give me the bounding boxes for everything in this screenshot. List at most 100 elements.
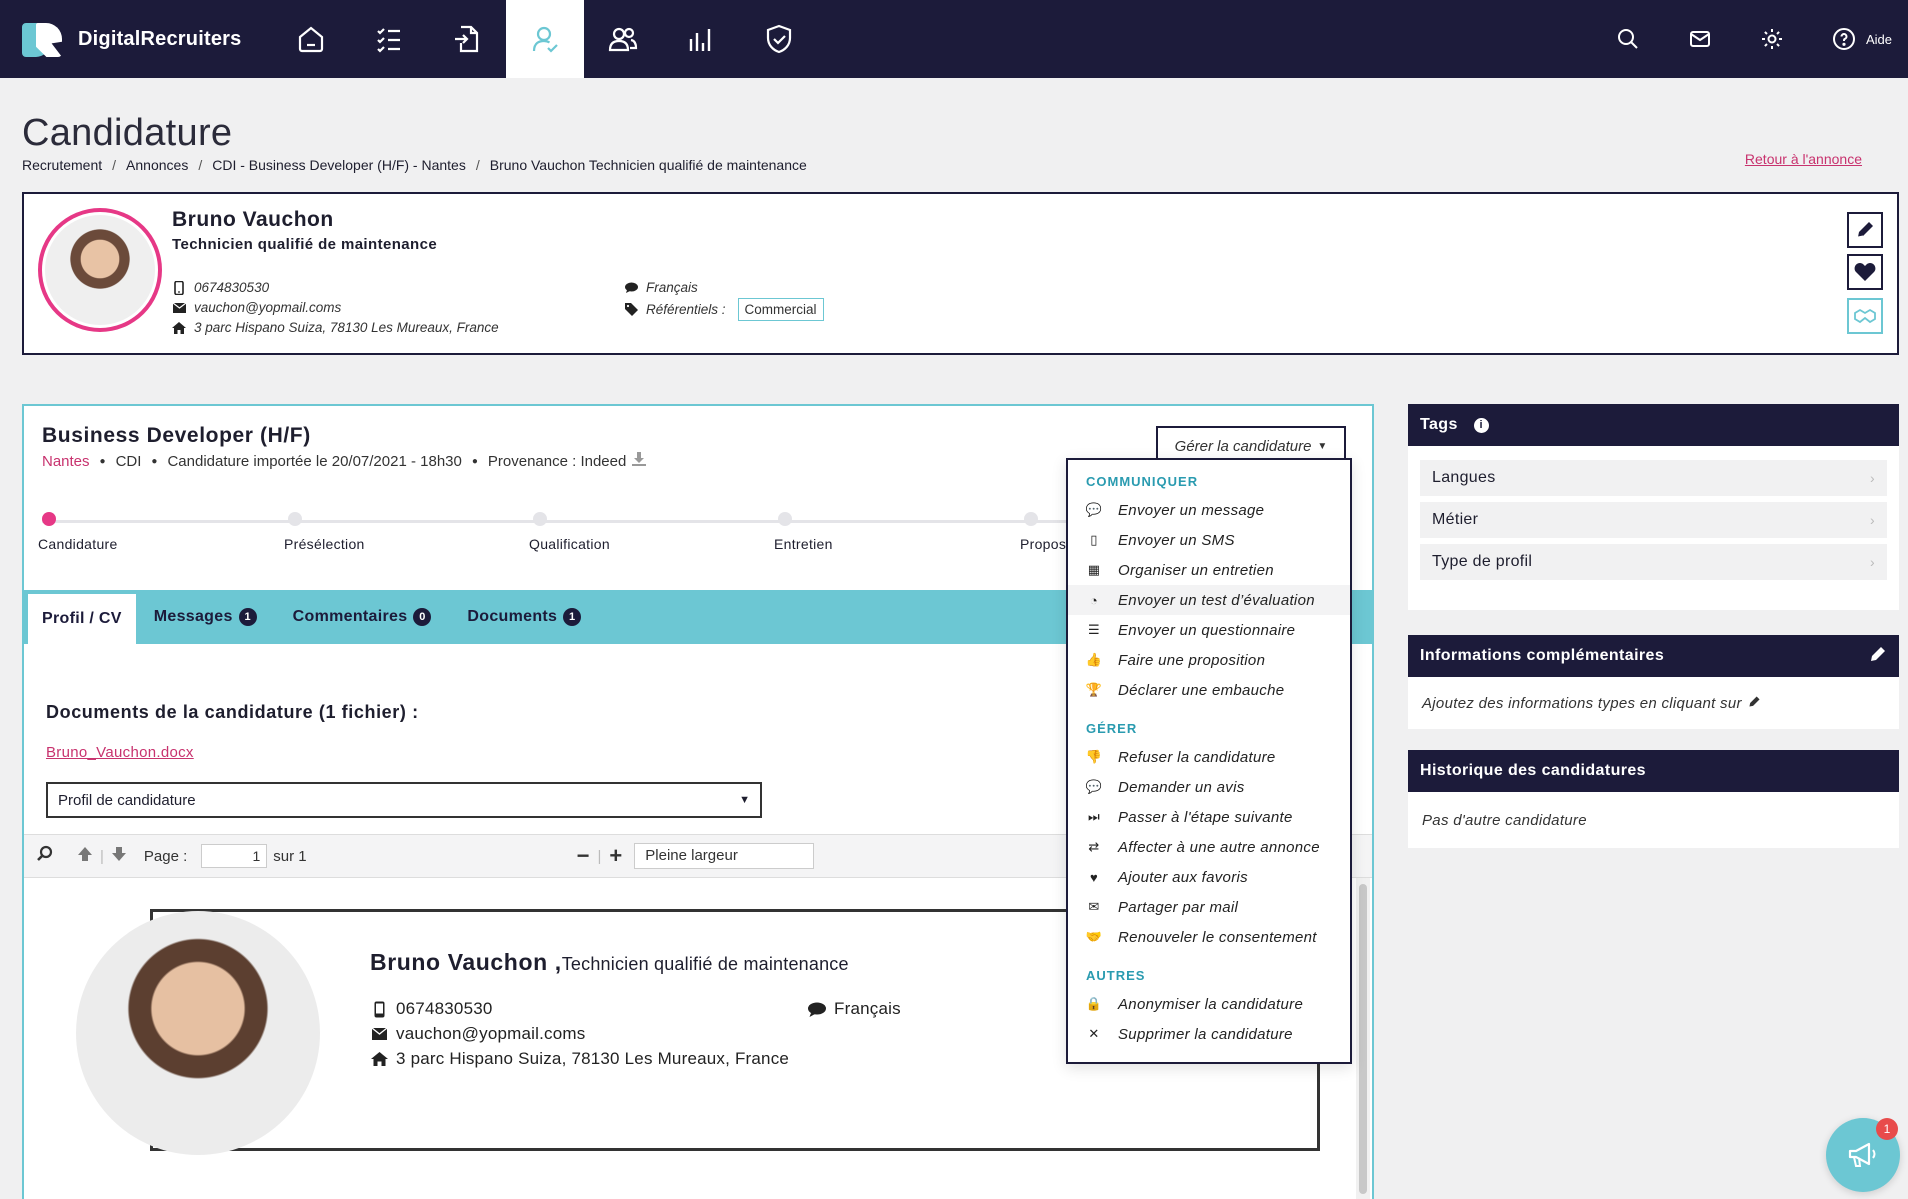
pipeline-step[interactable]: Propos [1020, 512, 1066, 552]
lock-icon: 🔒 [1085, 996, 1103, 1011]
document-file-link[interactable]: Bruno_Vauchon.docx [46, 744, 194, 761]
menu-item-label: Demander un avis [1118, 778, 1245, 796]
menu-item[interactable]: 🤝 Renouveler le consentement [1068, 922, 1350, 952]
users-icon[interactable] [584, 0, 662, 78]
cv-address: 3 parc Hispano Suiza, 78130 Les Mureaux,… [370, 1049, 789, 1069]
page-number-input[interactable]: 1 [201, 844, 268, 868]
comment-icon: 💬 [1085, 502, 1103, 517]
menu-item[interactable]: ⏭ Passer à l'étape suivante [1068, 802, 1350, 832]
megaphone-icon [1848, 1142, 1876, 1167]
help-label: Aide [1865, 31, 1892, 47]
info-icon[interactable]: i [1473, 417, 1489, 433]
menu-item[interactable]: 👍 Faire une proposition [1068, 645, 1350, 675]
menu-item[interactable]: 🏆 Déclarer une embauche [1068, 675, 1350, 705]
menu-item[interactable]: 💬 Demander un avis [1068, 772, 1350, 802]
candidate-language: Français [624, 280, 698, 295]
menu-item-label: Ajouter aux favoris [1118, 868, 1248, 886]
tab-documents[interactable]: Documents 1 [449, 590, 599, 644]
menu-item[interactable]: 💬 Envoyer un message [1068, 495, 1350, 525]
menu-item[interactable]: ▯ Envoyer un SMS [1068, 525, 1350, 555]
document-type-select[interactable]: Profil de candidature ▼ [46, 782, 762, 818]
address-text: 3 parc Hispano Suiza, 78130 Les Mureaux,… [194, 320, 499, 335]
zoom-select[interactable]: Pleine largeur [634, 843, 815, 869]
email-text: vauchon@yopmail.coms [194, 300, 342, 315]
menu-item[interactable]: ✕ Supprimer la candidature [1068, 1019, 1350, 1049]
pipeline-step[interactable]: Qualification [529, 512, 610, 552]
referentials-label: Référentiels : [646, 302, 726, 317]
heart-icon: ♥ [1089, 869, 1099, 885]
menu-item[interactable]: ◔ Envoyer un test d’évaluation [1068, 585, 1350, 615]
zoom-out-icon[interactable]: − [577, 843, 590, 869]
application-title: Business Developer (H/F) [42, 424, 311, 447]
favorite-button[interactable] [1847, 254, 1883, 290]
zoom-in-icon[interactable]: + [609, 843, 622, 869]
search-icon[interactable] [1592, 0, 1664, 78]
pipeline-step[interactable]: Présélection [284, 512, 365, 552]
application-imported: Candidature importée le 20/07/2021 - 18h… [167, 452, 462, 470]
next-page-icon[interactable] [110, 845, 128, 867]
scrollbar-thumb[interactable] [1359, 884, 1367, 1194]
brand[interactable]: DigitalRecruiters [22, 21, 272, 57]
mail-icon[interactable] [1664, 0, 1736, 78]
pipeline-step[interactable]: Entretien [774, 512, 833, 552]
cv-job: Technicien qualifié de maintenance [561, 954, 849, 974]
additional-info-header: Informations complémentaires [1408, 635, 1899, 677]
home-icon[interactable] [272, 0, 350, 78]
pipeline-step[interactable]: Candidature [38, 512, 118, 552]
tag-category-profile-type[interactable]: Type de profil › [1420, 544, 1887, 580]
menu-item[interactable]: ✉ Partager par mail [1068, 892, 1350, 922]
tag-category-job[interactable]: Métier › [1420, 502, 1887, 538]
breadcrumb-item[interactable]: CDI - Business Developer (H/F) - Nantes [212, 157, 466, 173]
history-header: Historique des candidatures [1408, 750, 1899, 792]
referential-tag[interactable]: Commercial [737, 298, 824, 321]
application-contract: CDI [115, 452, 142, 470]
tab-messages[interactable]: Messages 1 [136, 590, 275, 644]
viewer-scrollbar[interactable] [1356, 878, 1370, 1199]
candidate-address: 3 parc Hispano Suiza, 78130 Les Mureaux,… [172, 320, 499, 335]
gear-icon[interactable] [1736, 0, 1808, 78]
tag-category-languages[interactable]: Langues › [1420, 460, 1887, 496]
tags-icon [624, 303, 638, 317]
menu-item[interactable]: ▦ Organiser un entretien [1068, 555, 1350, 585]
menu-item-label: Affecter à une autre annonce [1118, 838, 1320, 856]
additional-info-panel: Informations complémentaires Ajoutez des… [1408, 635, 1899, 729]
menu-item[interactable]: ⇄ Affecter à une autre annonce [1068, 832, 1350, 862]
previous-page-icon[interactable] [76, 845, 94, 867]
shield-check-icon[interactable] [740, 0, 818, 78]
menu-item[interactable]: 🔒 Anonymiser la candidature [1068, 989, 1350, 1019]
application-location[interactable]: Nantes [42, 453, 90, 470]
download-icon[interactable] [632, 452, 647, 470]
stats-icon[interactable] [662, 0, 740, 78]
tab-profile-cv[interactable]: Profil / CV [28, 594, 136, 644]
comment-icon [808, 1002, 826, 1017]
consent-button[interactable] [1847, 298, 1883, 334]
breadcrumb-item-current: Bruno Vauchon Technicien qualifié de mai… [489, 157, 807, 173]
exchange-icon: ⇄ [1088, 839, 1100, 854]
menu-item[interactable]: ☰ Envoyer un questionnaire [1068, 615, 1350, 645]
breadcrumb-item[interactable]: Annonces [126, 157, 188, 173]
envelope-icon [370, 1028, 388, 1040]
history-title: Historique des candidatures [1420, 762, 1646, 779]
pencil-icon [1857, 222, 1873, 238]
menu-item-label: Partager par mail [1118, 898, 1239, 916]
menu-item[interactable]: ♥ Ajouter aux favoris [1068, 862, 1350, 892]
edit-candidate-button[interactable] [1847, 212, 1883, 248]
checklist-icon[interactable] [350, 0, 428, 78]
import-document-icon[interactable] [428, 0, 506, 78]
candidate-icon[interactable] [506, 0, 584, 78]
envelope-icon: ✉ [1088, 899, 1100, 914]
candidate-phone: 0674830530 [172, 280, 269, 295]
find-icon[interactable] [36, 845, 54, 867]
menu-item[interactable]: 👎 Refuser la candidature [1068, 742, 1350, 772]
breadcrumb-item[interactable]: Recrutement [22, 157, 102, 173]
tab-comments[interactable]: Commentaires 0 [275, 590, 450, 644]
help-button[interactable]: Aide [1808, 27, 1908, 51]
tags-title: Tags [1420, 416, 1458, 433]
back-to-job-link[interactable]: Retour à l'annonce [1745, 151, 1862, 167]
pencil-icon[interactable] [1869, 645, 1887, 668]
heart-icon [1854, 263, 1876, 281]
cv-email: vauchon@yopmail.coms [370, 1024, 585, 1044]
thumbs-up-icon: 👍 [1085, 652, 1103, 667]
main-nav [272, 0, 818, 78]
cv-name: Bruno Vauchon ,Technicien qualifié de ma… [370, 949, 849, 975]
